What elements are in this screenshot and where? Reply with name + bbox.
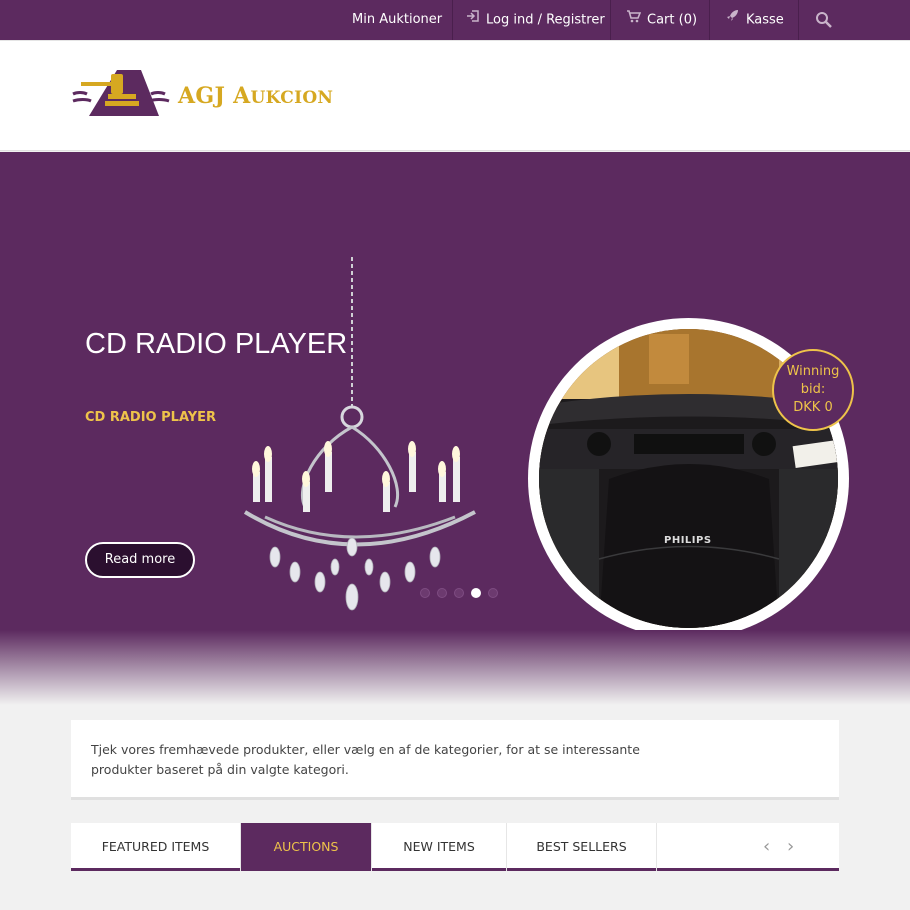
my-auctions-link[interactable]: Min Auktioner — [352, 0, 442, 40]
read-more-button[interactable]: Read more — [85, 542, 195, 578]
login-icon — [466, 0, 480, 40]
intro-text-box: Tjek vores fremhævede produkter, eller v… — [71, 720, 839, 800]
checkout-link[interactable]: Kasse — [725, 0, 784, 40]
slide-dot[interactable] — [420, 588, 430, 598]
slide-subtitle: CD RADIO PLAYER — [85, 410, 217, 425]
winning-bid-badge: Winning bid: DKK 0 — [772, 349, 854, 431]
product-tabs: FEATURED ITEMS AUCTIONS NEW ITEMS BEST S… — [71, 823, 839, 871]
site-title: AGJ AUKCION — [178, 83, 334, 109]
checkout-label: Kasse — [746, 12, 784, 28]
cart-link[interactable]: Cart (0) — [626, 0, 697, 40]
site-header: AGJ AUKCION — [0, 40, 910, 151]
hero-fade — [0, 630, 910, 705]
slide-dot[interactable] — [454, 588, 464, 598]
brand-label: PHILIPS — [664, 535, 712, 546]
tab-best-sellers[interactable]: BEST SELLERS — [507, 823, 657, 871]
login-register-link[interactable]: Log ind / Registrer — [466, 0, 605, 40]
hero-slider: CD RADIO PLAYER CD RADIO PLAYER Read mor… — [0, 152, 910, 639]
search-icon — [815, 11, 833, 28]
gavel-logo-icon — [72, 70, 170, 116]
rocket-icon — [725, 0, 740, 40]
chevron-left-icon[interactable]: ‹ — [763, 836, 770, 857]
tab-featured-items[interactable]: FEATURED ITEMS — [71, 823, 241, 871]
slide-dot[interactable] — [437, 588, 447, 598]
intro-line-2: produkter baseret på din valgte kategori… — [91, 762, 349, 777]
logo[interactable] — [71, 68, 171, 124]
top-navigation-bar: Min Auktioner Log ind / Registrer Cart (… — [0, 0, 910, 40]
chevron-right-icon[interactable]: › — [787, 836, 794, 857]
chandelier-image — [235, 257, 485, 631]
intro-line-1: Tjek vores fremhævede produkter, eller v… — [91, 742, 640, 757]
cart-label: Cart (0) — [647, 12, 698, 28]
login-register-label: Log ind / Registrer — [486, 12, 605, 28]
search-button[interactable] — [815, 0, 833, 40]
slide-dot-active[interactable] — [471, 588, 481, 598]
tab-new-items[interactable]: NEW ITEMS — [372, 823, 507, 871]
cart-icon — [626, 0, 642, 40]
tab-auctions[interactable]: AUCTIONS — [241, 823, 372, 871]
slide-dot[interactable] — [488, 588, 498, 598]
